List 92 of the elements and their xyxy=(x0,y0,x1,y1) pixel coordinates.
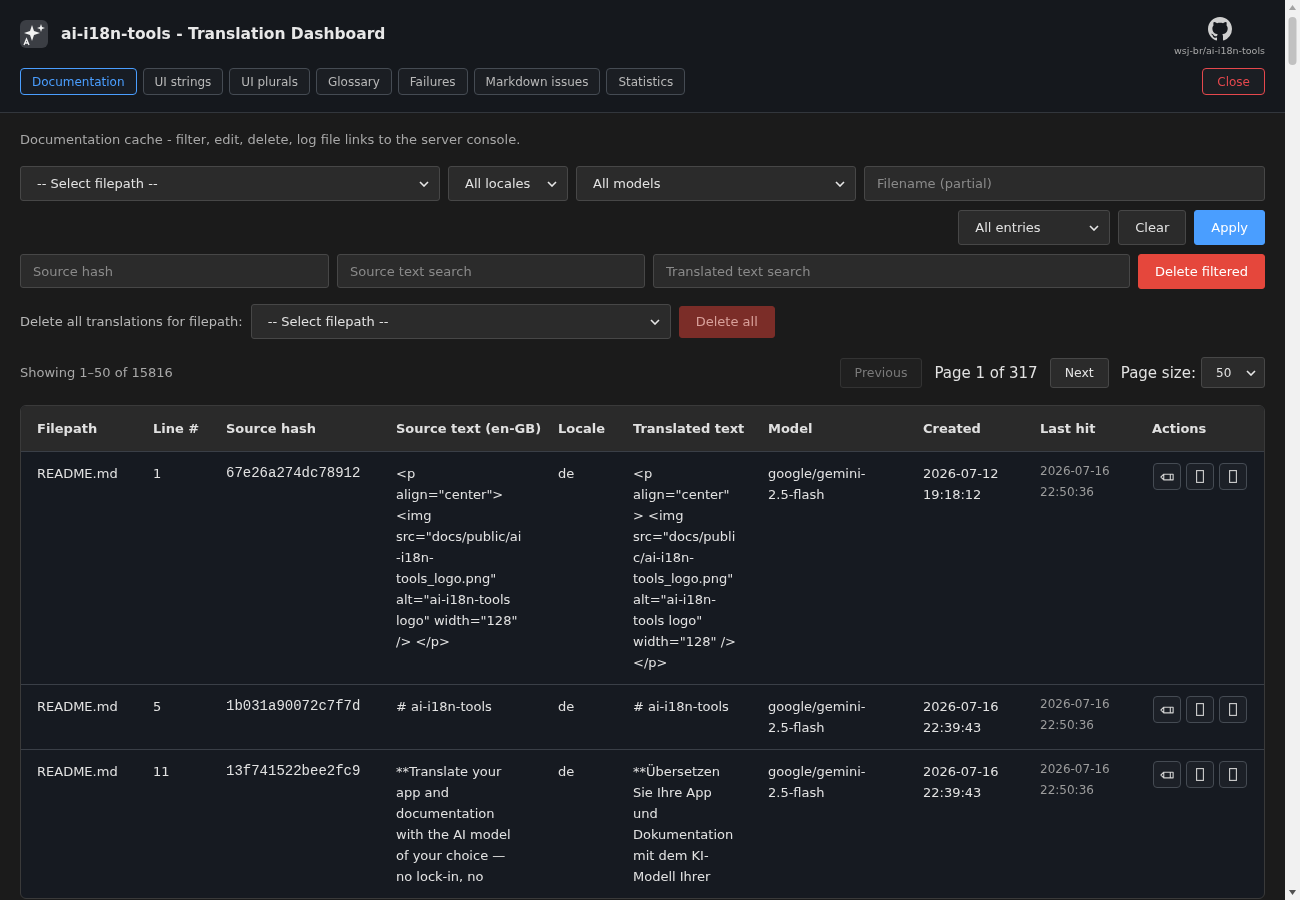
created-cell: 2026-07-16 22:39:43 xyxy=(923,764,999,800)
clear-button[interactable]: Clear xyxy=(1118,210,1187,245)
line-number-cell: 1 xyxy=(153,466,162,481)
filepath-cell: README.md xyxy=(37,764,118,779)
app-title: ai-i18n-tools - Translation Dashboard xyxy=(61,25,386,43)
tab[interactable]: Failures xyxy=(397,68,468,95)
model-cell: google/gemini-2.5-flash xyxy=(768,699,866,735)
filepath-cell: README.md xyxy=(37,466,118,481)
page-indicator: Page 1 of 317 xyxy=(934,363,1038,382)
filepath-select[interactable]: -- Select filepath -- xyxy=(20,166,440,201)
created-cell: 2026-07-12 19:18:12 xyxy=(923,466,999,502)
action-button[interactable] xyxy=(1219,761,1247,788)
column-header: Line # xyxy=(153,421,200,436)
source-text-field[interactable]: Source text search xyxy=(337,254,645,288)
tab[interactable]: Glossary xyxy=(315,68,392,95)
github-icon xyxy=(1207,16,1232,41)
translated-text-cell: <p align="center"> <img src="docs/public/ai-i18n-tools_logo.png" alt="ai-i18n-tools logo" width="128" /> </p> xyxy=(633,466,736,670)
translated-text-cell: **Übersetzen Sie Ihre App und Dokumentation mit dem KI-Modell Ihrer xyxy=(633,764,734,884)
model-cell: google/gemini-2.5-flash xyxy=(768,764,866,800)
source-hash-cell: 1b031a90072c7f7d xyxy=(226,698,361,714)
action-button[interactable] xyxy=(1186,696,1214,723)
tab[interactable]: UI strings xyxy=(142,68,224,95)
action-button[interactable] xyxy=(1186,463,1214,490)
filepath-cell: README.md xyxy=(37,699,118,714)
repo-link[interactable]: wsj-br/ai-i18n-tools xyxy=(1174,16,1265,56)
tab[interactable]: UI plurals xyxy=(229,68,310,95)
last-hit-cell: 2026-07-16 22:50:36 xyxy=(1040,697,1110,732)
source-text-cell: <p align="center"> <img src="docs/public/ai-i18n-tools_logo.png" alt="ai-i18n-tools logo" width="128" /> </p> xyxy=(396,466,522,649)
action-button[interactable] xyxy=(1186,761,1214,788)
column-header: Translated text xyxy=(633,421,745,436)
locale-cell: de xyxy=(558,764,575,779)
column-header: Source hash xyxy=(226,421,317,436)
source-hash-cell: 13f741522bee2fc9 xyxy=(226,763,361,779)
delete-all-label: Delete all translations for filepath: xyxy=(20,314,243,329)
tab[interactable]: Documentation xyxy=(20,68,137,95)
caret-icon xyxy=(835,180,845,187)
filename-field[interactable]: Filename (partial) xyxy=(864,166,1265,201)
caret-icon xyxy=(419,180,429,187)
missing-glyph-icon xyxy=(1229,703,1237,716)
action-button[interactable] xyxy=(1219,463,1247,490)
column-header: Actions xyxy=(1152,421,1207,436)
model-select[interactable]: All models xyxy=(576,166,856,201)
missing-glyph-icon xyxy=(1229,470,1237,483)
locale-select[interactable]: All locales xyxy=(448,166,568,201)
column-header: Last hit xyxy=(1040,421,1096,436)
source-hash-field[interactable]: Source hash xyxy=(20,254,329,288)
results-summary: Showing 1–50 of 15816 xyxy=(20,365,173,380)
sparkle-logo-icon xyxy=(20,20,48,48)
close-button[interactable]: Close xyxy=(1202,68,1265,95)
source-text-cell: # ai-i18n-tools xyxy=(396,699,492,714)
caret-icon xyxy=(1089,224,1100,231)
caret-icon xyxy=(1246,369,1256,376)
description-text: Documentation cache - filter, edit, delete, log file links to the server console. xyxy=(20,131,522,149)
source-text-cell: **Translate your app and documentation with the AI model of your choice — no lock-in, no xyxy=(396,764,511,884)
column-header: Locale xyxy=(558,421,605,436)
missing-glyph-icon xyxy=(1196,768,1204,781)
filepath-select[interactable]: -- Select filepath -- xyxy=(250,304,671,339)
translated-text-cell: # ai-i18n-tools xyxy=(633,699,729,714)
created-cell: 2026-07-16 22:39:43 xyxy=(923,699,999,735)
translated-text-field[interactable]: Translated text search xyxy=(653,254,1130,288)
edit-button[interactable] xyxy=(1153,463,1181,490)
action-button[interactable] xyxy=(1219,696,1247,723)
missing-glyph-icon xyxy=(1229,768,1237,781)
last-hit-cell: 2026-07-16 22:50:36 xyxy=(1040,762,1110,797)
line-number-cell: 11 xyxy=(153,764,170,779)
tab[interactable]: Markdown issues xyxy=(473,68,601,95)
missing-glyph-icon xyxy=(1196,703,1204,716)
page-size-select[interactable]: 50 xyxy=(1201,357,1265,388)
scrollbar[interactable] xyxy=(1285,0,1300,900)
column-header: Source text (en-GB) xyxy=(396,421,542,436)
locale-cell: de xyxy=(558,699,575,714)
last-hit-cell: 2026-07-16 22:50:36 xyxy=(1040,464,1110,499)
pencil-icon xyxy=(1159,471,1175,482)
tab[interactable]: Statistics xyxy=(606,68,686,95)
pencil-icon xyxy=(1159,769,1175,780)
column-header: Model xyxy=(768,421,813,436)
edit-button[interactable] xyxy=(1153,761,1181,788)
page-size-label: Page size: xyxy=(1120,363,1196,382)
pencil-icon xyxy=(1159,704,1175,715)
locale-cell: de xyxy=(558,466,575,481)
caret-icon xyxy=(649,318,660,325)
missing-glyph-icon xyxy=(1196,470,1204,483)
column-header: Created xyxy=(923,421,981,436)
delete-filtered-button[interactable]: Delete filtered xyxy=(1137,254,1265,289)
source-hash-cell: 67e26a274dc78912 xyxy=(226,465,361,481)
caret-icon xyxy=(547,180,557,187)
edit-button[interactable] xyxy=(1153,696,1181,723)
model-cell: google/gemini-2.5-flash xyxy=(768,466,866,502)
line-number-cell: 5 xyxy=(153,699,162,714)
next-button[interactable]: Next xyxy=(1049,357,1109,388)
entries-select[interactable]: All entries xyxy=(958,210,1111,245)
column-header: Filepath xyxy=(37,421,98,436)
